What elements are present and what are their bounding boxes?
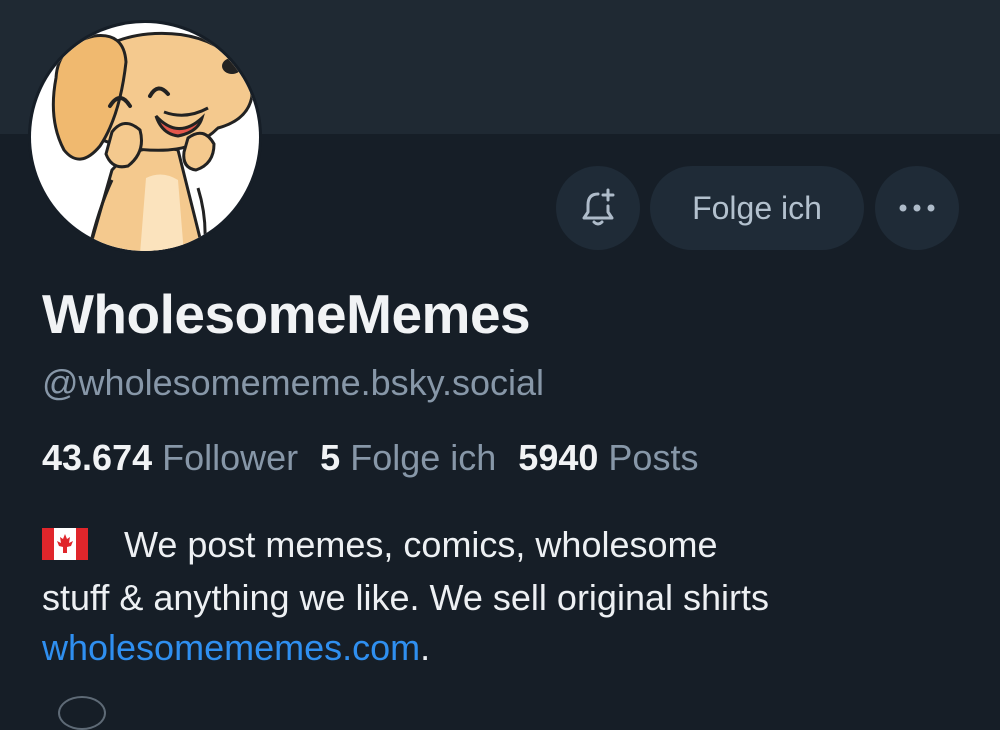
user-handle: @wholesomememe.bsky.social bbox=[42, 362, 545, 403]
following-count: 5 bbox=[320, 437, 341, 478]
followers-label: Follower bbox=[162, 437, 299, 478]
bio-line-2: stuff & anything we like. We sell origin… bbox=[42, 577, 769, 618]
bio-line-1: We post memes, comics, wholesome bbox=[124, 524, 718, 565]
profile-stats: 43.674 Follower 5 Folge ich 5940 Posts bbox=[42, 437, 698, 479]
following-label: Folge ich bbox=[350, 437, 497, 478]
cartoon-dog-avatar-icon bbox=[28, 20, 262, 254]
following-button-label: Folge ich bbox=[692, 189, 822, 226]
ellipsis-icon bbox=[899, 204, 935, 212]
website-link[interactable]: wholesomememes.com bbox=[42, 627, 420, 668]
profile-bio: We post memes, comics, wholesome stuff &… bbox=[42, 520, 942, 673]
posts-stat: 5940 Posts bbox=[518, 437, 698, 478]
profile-avatar[interactable] bbox=[28, 20, 262, 254]
followers-count: 43.674 bbox=[42, 437, 153, 478]
bell-plus-icon bbox=[582, 188, 615, 226]
bio-trailing: . bbox=[420, 627, 431, 668]
notifications-button[interactable] bbox=[556, 166, 640, 250]
mutual-followers-avatar[interactable] bbox=[58, 696, 106, 730]
canada-flag-icon bbox=[42, 523, 88, 573]
posts-label: Posts bbox=[608, 437, 699, 478]
followers-stat[interactable]: 43.674 Follower bbox=[42, 437, 298, 478]
more-options-button[interactable] bbox=[875, 166, 959, 250]
following-stat[interactable]: 5 Folge ich bbox=[320, 437, 496, 478]
posts-count: 5940 bbox=[518, 437, 599, 478]
following-button[interactable]: Folge ich bbox=[650, 166, 864, 250]
display-name: WholesomeMemes bbox=[42, 283, 531, 345]
